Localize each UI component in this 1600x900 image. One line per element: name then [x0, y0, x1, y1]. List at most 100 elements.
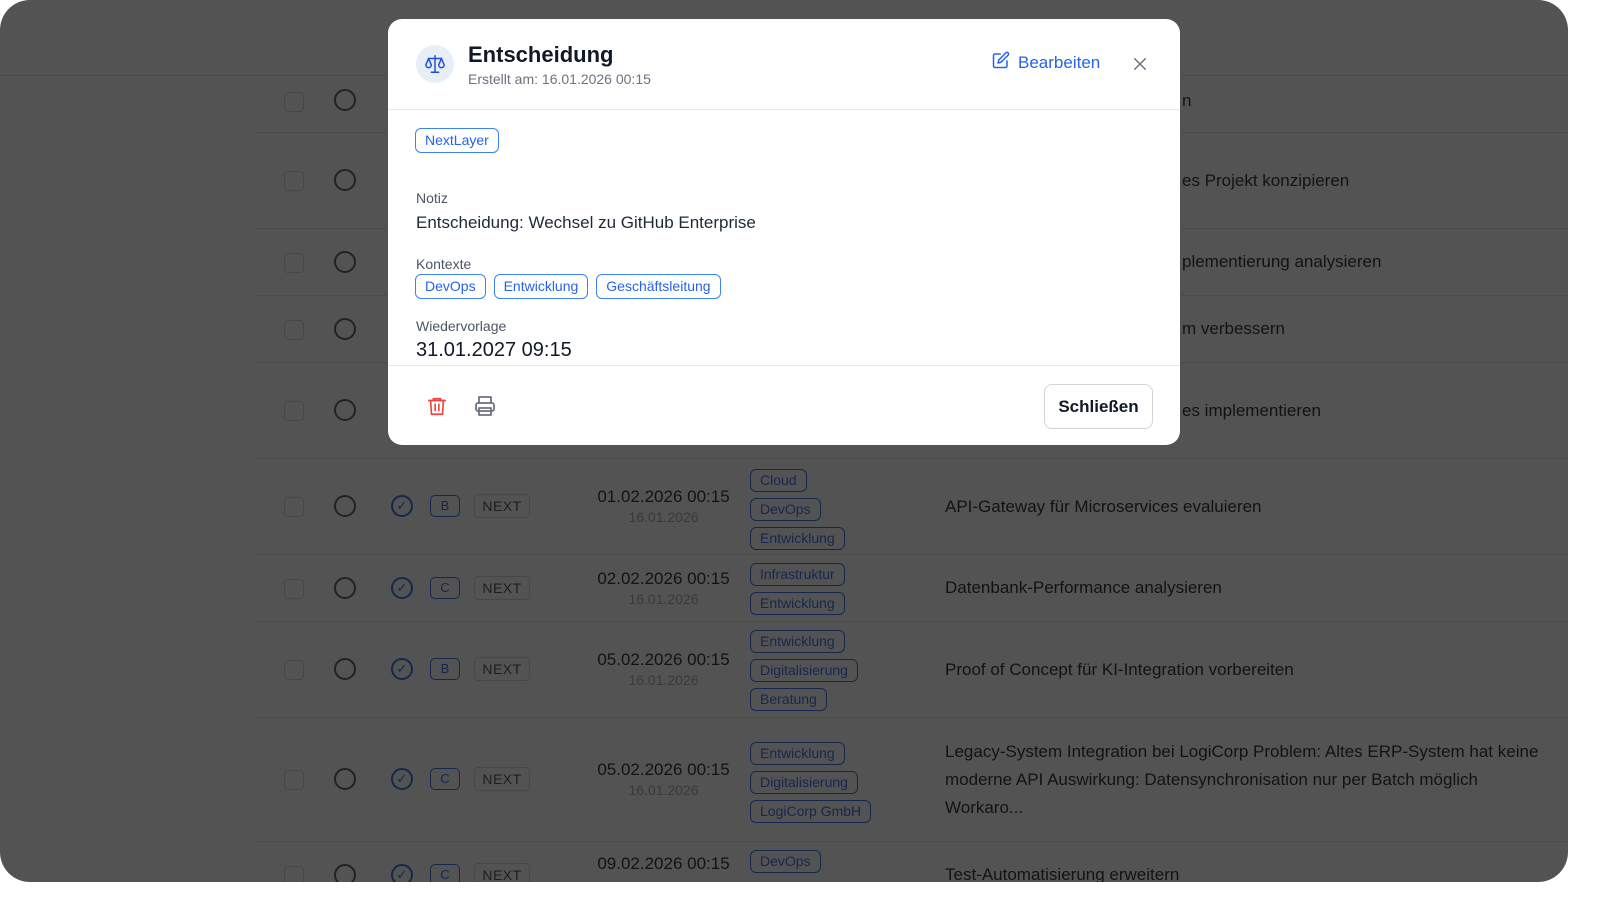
row-checkbox[interactable]	[284, 497, 304, 517]
context-tag[interactable]: DevOps	[750, 850, 821, 873]
edit-icon	[992, 51, 1010, 74]
check-icon[interactable]: ✓	[391, 495, 413, 517]
due-date-value: 05.02.2026 00:15	[597, 760, 730, 779]
due-date: 05.02.2026 00:15 16.01.2026	[586, 650, 741, 688]
context-tag[interactable]: Entwicklung	[750, 630, 845, 653]
context-tags: DevOps	[750, 850, 821, 873]
complete-toggle[interactable]	[334, 495, 356, 517]
check-icon[interactable]: ✓	[391, 577, 413, 599]
created-timestamp: Erstellt am: 16.01.2026 00:15	[468, 71, 651, 87]
edit-label: Bearbeiten	[1018, 52, 1101, 72]
complete-toggle[interactable]	[334, 251, 356, 273]
context-tag[interactable]: Geschäftsleitung	[596, 274, 721, 299]
complete-toggle[interactable]	[334, 577, 356, 599]
complete-toggle[interactable]	[334, 318, 356, 340]
due-date: 02.02.2026 00:15 16.01.2026	[586, 569, 741, 607]
edit-button[interactable]: Bearbeiten	[992, 51, 1100, 74]
created-date: 16.01.2026	[628, 591, 699, 607]
task-title[interactable]: n	[1182, 87, 1560, 115]
check-icon[interactable]: ✓	[391, 768, 413, 790]
task-title[interactable]: plementierung analysieren	[1182, 248, 1560, 276]
notiz-label: Notiz	[416, 190, 448, 206]
close-icon[interactable]	[1128, 52, 1152, 76]
table-row[interactable]: ✓ C NEXT 02.02.2026 00:15 16.01.2026 Inf…	[256, 555, 1568, 622]
dialog-header: Entscheidung Erstellt am: 16.01.2026 00:…	[388, 19, 1180, 110]
status-badge[interactable]: NEXT	[474, 657, 530, 681]
dialog-title: Entscheidung	[468, 42, 614, 67]
row-checkbox[interactable]	[284, 866, 304, 882]
complete-toggle[interactable]	[334, 399, 356, 421]
priority-badge[interactable]: C	[430, 768, 460, 790]
context-tag[interactable]: DevOps	[415, 274, 486, 299]
table-row[interactable]: ✓ C NEXT 09.02.2026 00:15 DevOps Test-Au…	[256, 842, 1568, 882]
task-title[interactable]: es implementieren	[1182, 397, 1560, 425]
context-tag[interactable]: Digitalisierung	[750, 771, 858, 794]
context-tag[interactable]: Entwicklung	[750, 527, 845, 550]
complete-toggle[interactable]	[334, 89, 356, 111]
task-title[interactable]: es Projekt konzipieren	[1182, 167, 1560, 195]
row-checkbox[interactable]	[284, 171, 304, 191]
complete-toggle[interactable]	[334, 658, 356, 680]
context-tag[interactable]: Beratung	[750, 688, 827, 711]
task-title[interactable]: m verbessern	[1182, 315, 1560, 343]
status-badge[interactable]: NEXT	[474, 576, 530, 600]
priority-badge[interactable]: C	[430, 864, 460, 882]
task-title[interactable]: API-Gateway für Microservices evaluieren	[945, 493, 1560, 521]
priority-badge[interactable]: C	[430, 577, 460, 599]
context-tags: DevOps Entwicklung Geschäftsleitung	[415, 274, 721, 299]
context-tags: Infrastruktur Entwicklung	[750, 563, 845, 615]
due-date: 09.02.2026 00:15	[586, 854, 741, 874]
context-tag[interactable]: Digitalisierung	[750, 659, 858, 682]
task-title[interactable]: Test-Automatisierung erweitern	[945, 861, 1560, 882]
trash-icon[interactable]	[426, 394, 448, 418]
wiedervorlage-label: Wiedervorlage	[416, 318, 507, 334]
priority-badge[interactable]: B	[430, 495, 460, 517]
row-checkbox[interactable]	[284, 92, 304, 112]
check-icon[interactable]: ✓	[391, 864, 413, 882]
context-tags: Cloud DevOps Entwicklung	[750, 469, 845, 550]
table-row[interactable]: ✓ C NEXT 05.02.2026 00:15 16.01.2026 Ent…	[256, 718, 1568, 842]
created-date: 16.01.2026	[628, 782, 699, 798]
check-icon[interactable]: ✓	[391, 658, 413, 680]
task-title[interactable]: Datenbank-Performance analysieren	[945, 574, 1560, 602]
due-date: 05.02.2026 00:15 16.01.2026	[586, 760, 741, 798]
priority-badge[interactable]: B	[430, 658, 460, 680]
status-badge[interactable]: NEXT	[474, 767, 530, 791]
context-tag[interactable]: LogiCorp GmbH	[750, 800, 872, 823]
project-tag[interactable]: NextLayer	[415, 128, 499, 153]
table-row[interactable]: ✓ B NEXT 01.02.2026 00:15 16.01.2026 Clo…	[256, 459, 1568, 555]
kontexte-label: Kontexte	[416, 256, 472, 272]
notiz-value: Entscheidung: Wechsel zu GitHub Enterpri…	[416, 213, 756, 232]
dialog-footer: Schließen	[388, 365, 1180, 445]
due-date-value: 01.02.2026 00:15	[597, 487, 730, 506]
wiedervorlage-value: 31.01.2027 09:15	[416, 339, 572, 361]
complete-toggle[interactable]	[334, 169, 356, 191]
created-date: 16.01.2026	[628, 509, 699, 525]
due-date-value: 09.02.2026 00:15	[597, 854, 730, 873]
close-button[interactable]: Schließen	[1044, 384, 1153, 429]
row-checkbox[interactable]	[284, 579, 304, 599]
row-checkbox[interactable]	[284, 401, 304, 421]
due-date-value: 05.02.2026 00:15	[597, 650, 730, 669]
context-tags: Entwicklung Digitalisierung LogiCorp Gmb…	[750, 742, 872, 823]
status-badge[interactable]: NEXT	[474, 494, 530, 518]
row-checkbox[interactable]	[284, 253, 304, 273]
context-tag[interactable]: Infrastruktur	[750, 563, 845, 586]
row-checkbox[interactable]	[284, 770, 304, 790]
complete-toggle[interactable]	[334, 768, 356, 790]
context-tag[interactable]: Cloud	[750, 469, 807, 492]
table-row[interactable]: ✓ B NEXT 05.02.2026 00:15 16.01.2026 Ent…	[256, 622, 1568, 718]
due-date-value: 02.02.2026 00:15	[597, 569, 730, 588]
task-title[interactable]: Proof of Concept für KI-Integration vorb…	[945, 656, 1560, 684]
complete-toggle[interactable]	[334, 864, 356, 882]
context-tag[interactable]: DevOps	[750, 498, 821, 521]
task-title[interactable]: Legacy-System Integration bei LogiCorp P…	[945, 738, 1560, 822]
row-checkbox[interactable]	[284, 320, 304, 340]
context-tag[interactable]: Entwicklung	[750, 592, 845, 615]
row-checkbox[interactable]	[284, 660, 304, 680]
due-date: 01.02.2026 00:15 16.01.2026	[586, 487, 741, 525]
status-badge[interactable]: NEXT	[474, 863, 530, 882]
context-tag[interactable]: Entwicklung	[493, 274, 589, 299]
context-tag[interactable]: Entwicklung	[750, 742, 845, 765]
printer-icon[interactable]	[473, 394, 497, 418]
